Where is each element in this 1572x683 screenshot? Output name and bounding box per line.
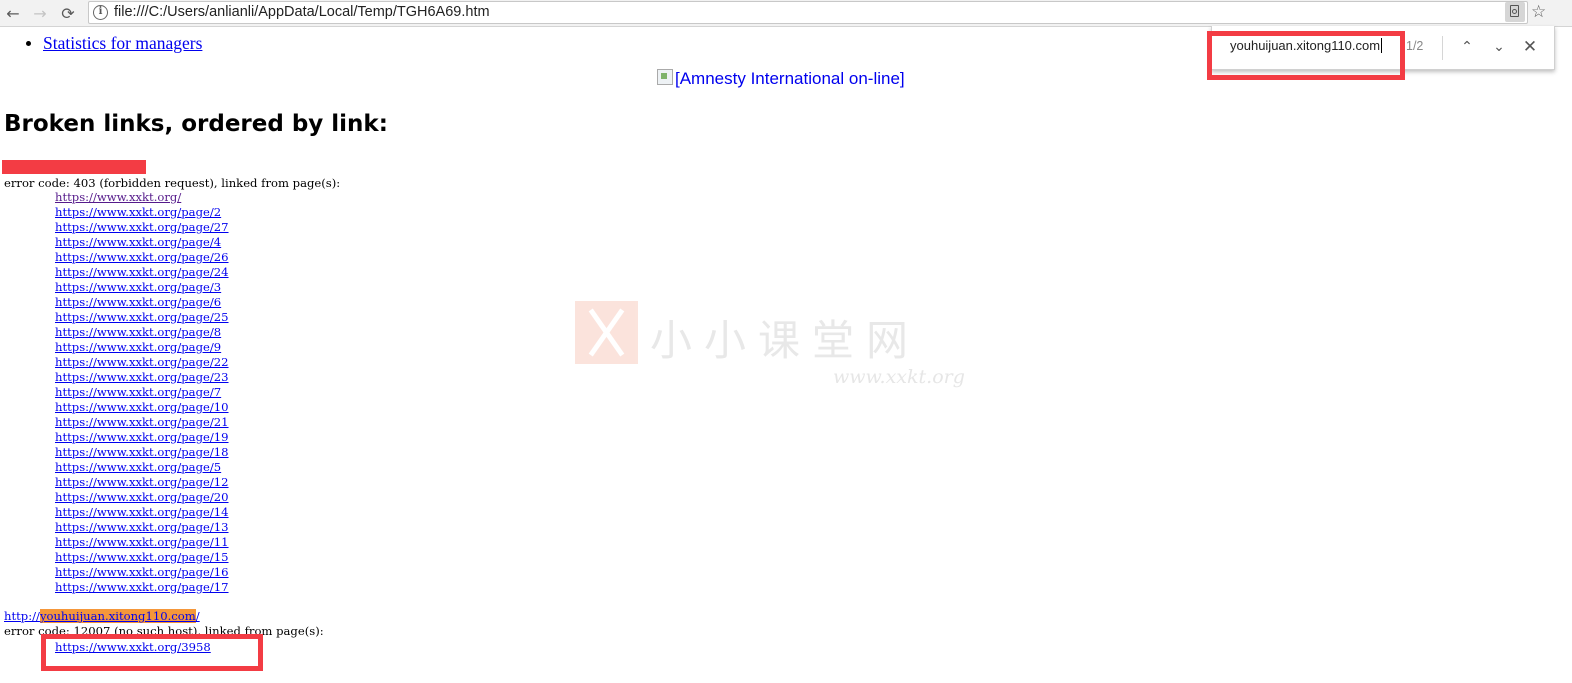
linked-page-link[interactable]: https://www.xxkt.org/page/10 [55, 400, 229, 414]
list-item: https://www.xxkt.org/page/7 [55, 385, 229, 400]
watermark-url: www.xxkt.org [833, 366, 965, 388]
find-next-button[interactable]: ⌄ [1488, 36, 1510, 58]
info-icon[interactable]: i [93, 5, 108, 20]
url-text[interactable]: file:///C:/Users/anlianli/AppData/Local/… [114, 4, 490, 20]
linked-page-link[interactable]: https://www.xxkt.org/page/18 [55, 445, 229, 459]
linked-page-link[interactable]: https://www.xxkt.org/page/21 [55, 415, 229, 429]
linked-page-link[interactable]: https://www.xxkt.org/page/11 [55, 535, 229, 549]
linked-page-link[interactable]: https://www.xxkt.org/page/5 [55, 460, 221, 474]
list-item: https://www.xxkt.org/page/25 [55, 310, 229, 325]
link-prefix: http:// [4, 609, 40, 623]
list-item: https://www.xxkt.org/page/16 [55, 565, 229, 580]
list-item: https://www.xxkt.org/page/2 [55, 205, 229, 220]
linked-page-link[interactable]: https://www.xxkt.org/page/23 [55, 370, 229, 384]
address-bar[interactable]: i file:///C:/Users/anlianli/AppData/Loca… [88, 1, 1528, 24]
list-item: https://www.xxkt.org/page/17 [55, 580, 229, 595]
back-button[interactable]: ← [2, 3, 24, 23]
linked-page-link[interactable]: https://www.xxkt.org/page/26 [55, 250, 229, 264]
linked-page-link[interactable]: https://www.xxkt.org/page/12 [55, 475, 229, 489]
amnesty-image-link[interactable]: [Amnesty International on-line] [657, 69, 905, 89]
list-item: https://www.xxkt.org/page/6 [55, 295, 229, 310]
list-item: https://www.xxkt.org/page/14 [55, 505, 229, 520]
annotation-box-find [1207, 31, 1405, 80]
statistics-link[interactable]: Statistics for managers [43, 33, 202, 53]
linked-page-link[interactable]: https://www.xxkt.org/page/24 [55, 265, 229, 279]
list-item: https://www.xxkt.org/page/4 [55, 235, 229, 250]
list-item: https://www.xxkt.org/page/13 [55, 520, 229, 535]
linked-page-link[interactable]: https://www.xxkt.org/page/6 [55, 295, 221, 309]
list-item: https://www.xxkt.org/page/27 [55, 220, 229, 235]
watermark-text: 小小课堂网 [650, 316, 921, 365]
linked-page-link[interactable]: https://www.xxkt.org/page/3 [55, 280, 221, 294]
watermark-logo [575, 301, 638, 364]
bookmark-star-icon[interactable]: ☆ [1531, 0, 1546, 24]
linked-page-link[interactable]: https://www.xxkt.org/page/20 [55, 490, 229, 504]
list-item: https://www.xxkt.org/page/26 [55, 250, 229, 265]
list-item: https://www.xxkt.org/page/10 [55, 400, 229, 415]
list-item: https://www.xxkt.org/page/19 [55, 430, 229, 445]
close-icon: ✕ [1522, 37, 1538, 57]
forward-button[interactable]: → [29, 3, 51, 23]
list-item: https://www.xxkt.org/page/5 [55, 460, 229, 475]
nav-list: Statistics for managers [0, 30, 202, 57]
linked-page-link[interactable]: https://www.xxkt.org/page/16 [55, 565, 229, 579]
reload-icon: ⟳ [61, 3, 75, 23]
link-suffix: / [195, 609, 200, 623]
linked-page-link[interactable]: https://www.xxkt.org/page/14 [55, 505, 229, 519]
linked-page-link[interactable]: https://www.xxkt.org/page/2 [55, 205, 221, 219]
linked-pages-list: https://www.xxkt.org/https://www.xxkt.or… [55, 190, 229, 595]
forward-arrow-icon: → [33, 3, 47, 23]
find-in-page-icon[interactable] [1505, 2, 1525, 22]
chevron-up-icon: ⌃ [1461, 39, 1473, 55]
linked-page-link[interactable]: https://www.xxkt.org/page/13 [55, 520, 229, 534]
back-arrow-icon: ← [6, 3, 20, 23]
list-item: https://www.xxkt.org/page/15 [55, 550, 229, 565]
linked-page-link[interactable]: https://www.xxkt.org/page/25 [55, 310, 229, 324]
list-item: https://www.xxkt.org/page/18 [55, 445, 229, 460]
reload-button[interactable]: ⟳ [57, 3, 79, 23]
list-item: https://www.xxkt.org/page/24 [55, 265, 229, 280]
browser-toolbar: ← → ⟳ i file:///C:/Users/anlianli/AppDat… [0, 0, 1572, 27]
list-item: https://www.xxkt.org/page/23 [55, 370, 229, 385]
linked-page-link[interactable]: https://www.xxkt.org/page/4 [55, 235, 221, 249]
find-match-count: 1/2 [1406, 39, 1424, 53]
chevron-down-icon: ⌄ [1493, 39, 1505, 55]
linked-page-link[interactable]: https://www.xxkt.org/page/9 [55, 340, 221, 354]
broken-image-icon [657, 69, 673, 85]
page-title: Broken links, ordered by link: [4, 111, 388, 137]
linked-page-link[interactable]: https://www.xxkt.org/page/27 [55, 220, 229, 234]
linked-page-link[interactable]: https://www.xxkt.org/page/19 [55, 430, 229, 444]
list-item: https://www.xxkt.org/page/11 [55, 535, 229, 550]
linked-page-link[interactable]: https://www.xxkt.org/page/7 [55, 385, 221, 399]
linked-page-link[interactable]: https://www.xxkt.org/page/8 [55, 325, 221, 339]
broken-host-link[interactable]: http://youhuijuan.xitong110.com/ [4, 609, 200, 623]
list-item: https://www.xxkt.org/ [55, 190, 229, 205]
amnesty-alt-text: [Amnesty International on-line] [675, 69, 905, 88]
annotation-box-link [41, 634, 263, 671]
find-previous-button[interactable]: ⌃ [1456, 36, 1478, 58]
list-item: Statistics for managers [43, 30, 202, 57]
redaction-bar [2, 160, 146, 174]
linked-page-link[interactable]: https://www.xxkt.org/page/17 [55, 580, 229, 594]
error-text-403: error code: 403 (forbidden request), lin… [4, 176, 341, 190]
list-item: https://www.xxkt.org/page/20 [55, 490, 229, 505]
list-item: https://www.xxkt.org/page/22 [55, 355, 229, 370]
find-match-highlight: youhuijuan.xitong110.com [39, 609, 196, 623]
linked-page-link[interactable]: https://www.xxkt.org/page/15 [55, 550, 229, 564]
linked-page-link[interactable]: https://www.xxkt.org/page/22 [55, 355, 229, 369]
find-close-button[interactable]: ✕ [1519, 36, 1541, 58]
linked-page-link[interactable]: https://www.xxkt.org/ [55, 190, 181, 204]
list-item: https://www.xxkt.org/page/12 [55, 475, 229, 490]
list-item: https://www.xxkt.org/page/21 [55, 415, 229, 430]
list-item: https://www.xxkt.org/page/9 [55, 340, 229, 355]
divider [1442, 36, 1443, 60]
list-item: https://www.xxkt.org/page/8 [55, 325, 229, 340]
list-item: https://www.xxkt.org/page/3 [55, 280, 229, 295]
